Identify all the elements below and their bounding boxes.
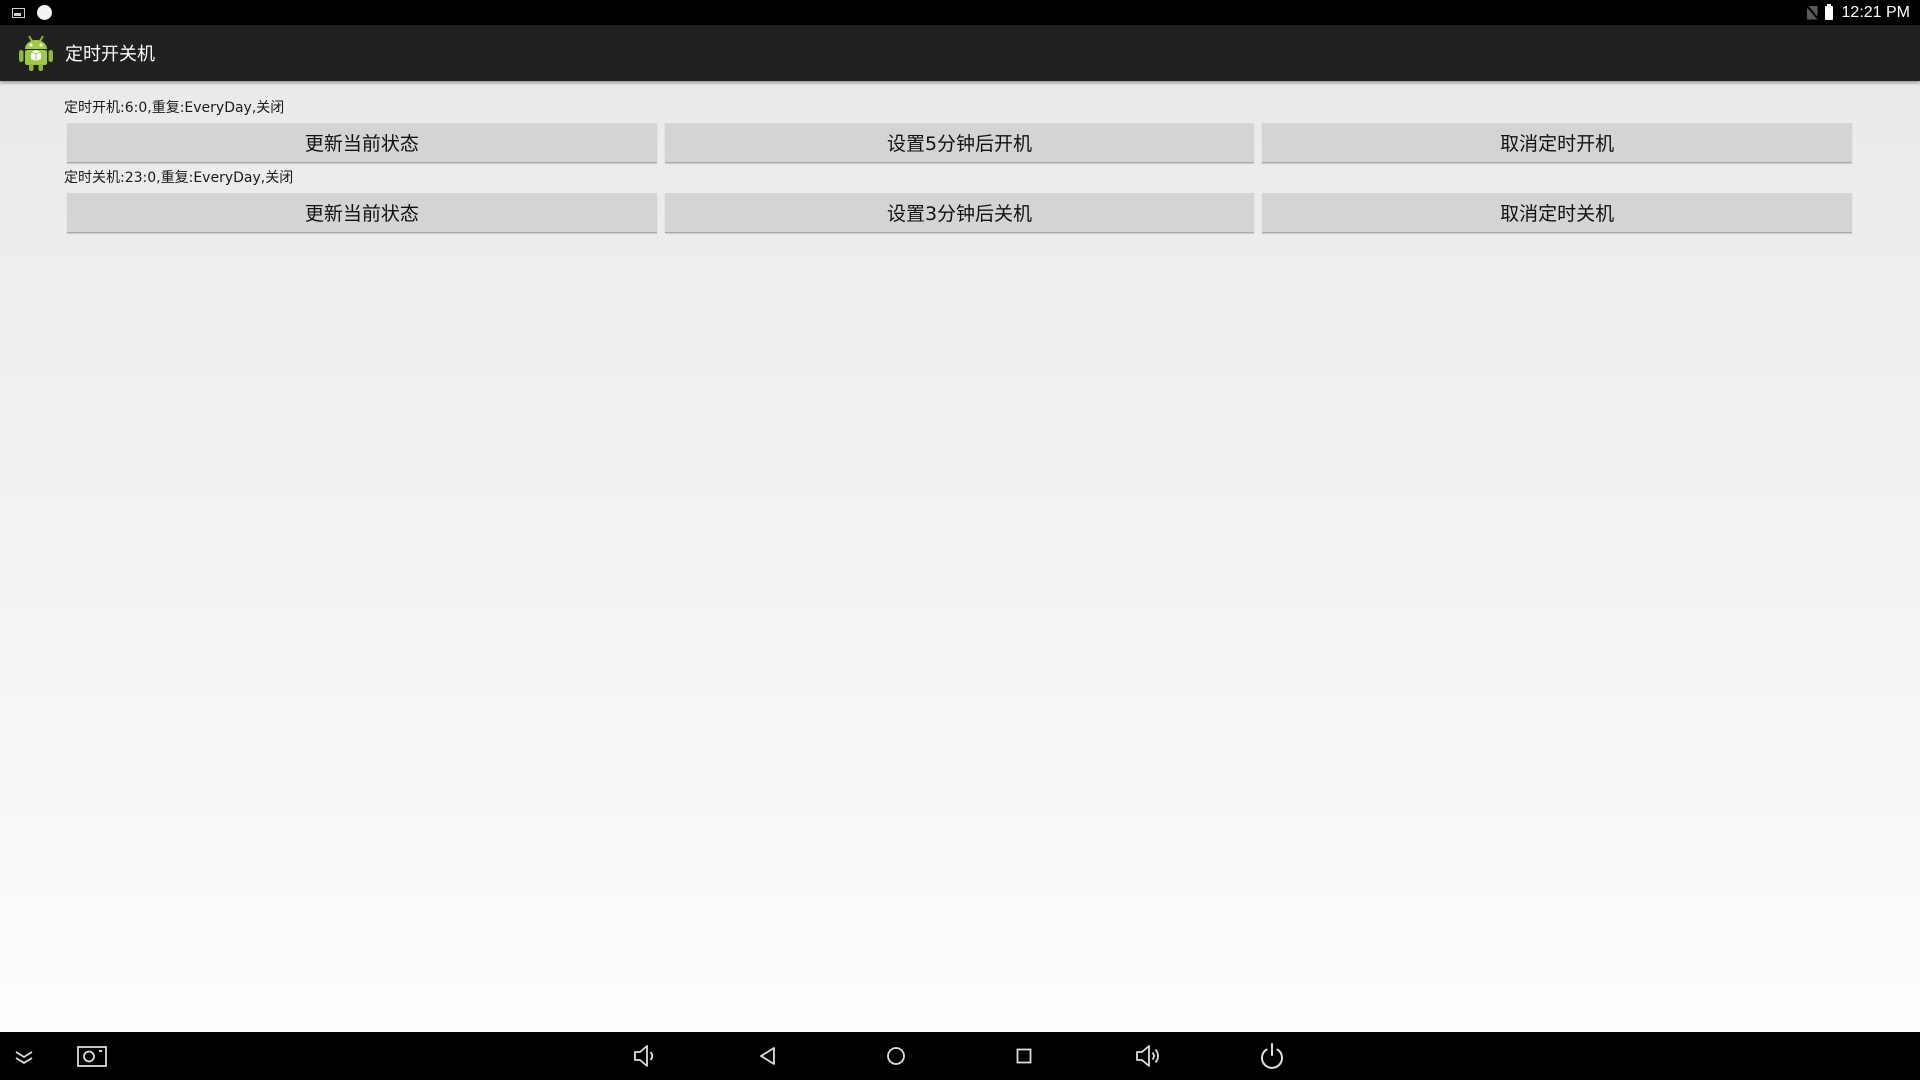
main-content: 定时开机:6:0,重复:EveryDay,关闭 更新当前状态 设置5分钟后开机 … [0, 81, 1920, 1032]
set-power-on-5min-button[interactable]: 设置5分钟后开机 [664, 123, 1255, 163]
circle-notification-icon [37, 5, 52, 20]
status-notification-icons [12, 4, 52, 21]
no-sim-icon [1806, 5, 1818, 20]
recents-icon[interactable] [1008, 1040, 1040, 1072]
power-on-status-label: 定时开机:6:0,重复:EveryDay,关闭 [64, 100, 285, 116]
refresh-power-off-status-button[interactable]: 更新当前状态 [67, 193, 657, 233]
back-icon[interactable] [752, 1040, 784, 1072]
power-on-button-row: 更新当前状态 设置5分钟后开机 取消定时开机 [67, 123, 1853, 163]
power-icon[interactable] [1256, 1040, 1288, 1072]
cancel-scheduled-power-on-button[interactable]: 取消定时开机 [1262, 123, 1853, 163]
set-power-off-3min-button[interactable]: 设置3分钟后关机 [664, 193, 1255, 233]
navigation-bar [0, 1032, 1920, 1080]
home-icon[interactable] [880, 1040, 912, 1072]
cancel-scheduled-power-off-button[interactable]: 取消定时关机 [1262, 193, 1853, 233]
image-notification-icon [12, 7, 25, 18]
action-bar: 定时开关机 [0, 25, 1920, 81]
power-off-status-label: 定时关机:23:0,重复:EveryDay,关闭 [64, 170, 294, 186]
volume-up-icon[interactable] [1132, 1040, 1164, 1072]
screenshot-icon[interactable] [76, 1040, 108, 1072]
android-app-icon [17, 33, 55, 73]
hide-nav-icon[interactable] [8, 1040, 40, 1072]
app-title: 定时开关机 [65, 44, 155, 65]
battery-icon [1824, 3, 1833, 20]
refresh-power-on-status-button[interactable]: 更新当前状态 [67, 123, 657, 163]
status-bar: 12:21 PM [0, 0, 1920, 25]
volume-down-icon[interactable] [628, 1040, 660, 1072]
power-off-button-row: 更新当前状态 设置3分钟后关机 取消定时关机 [67, 193, 1853, 233]
status-system-icons: 12:21 PM [1806, 0, 1910, 25]
status-time: 12:21 PM [1841, 3, 1910, 21]
